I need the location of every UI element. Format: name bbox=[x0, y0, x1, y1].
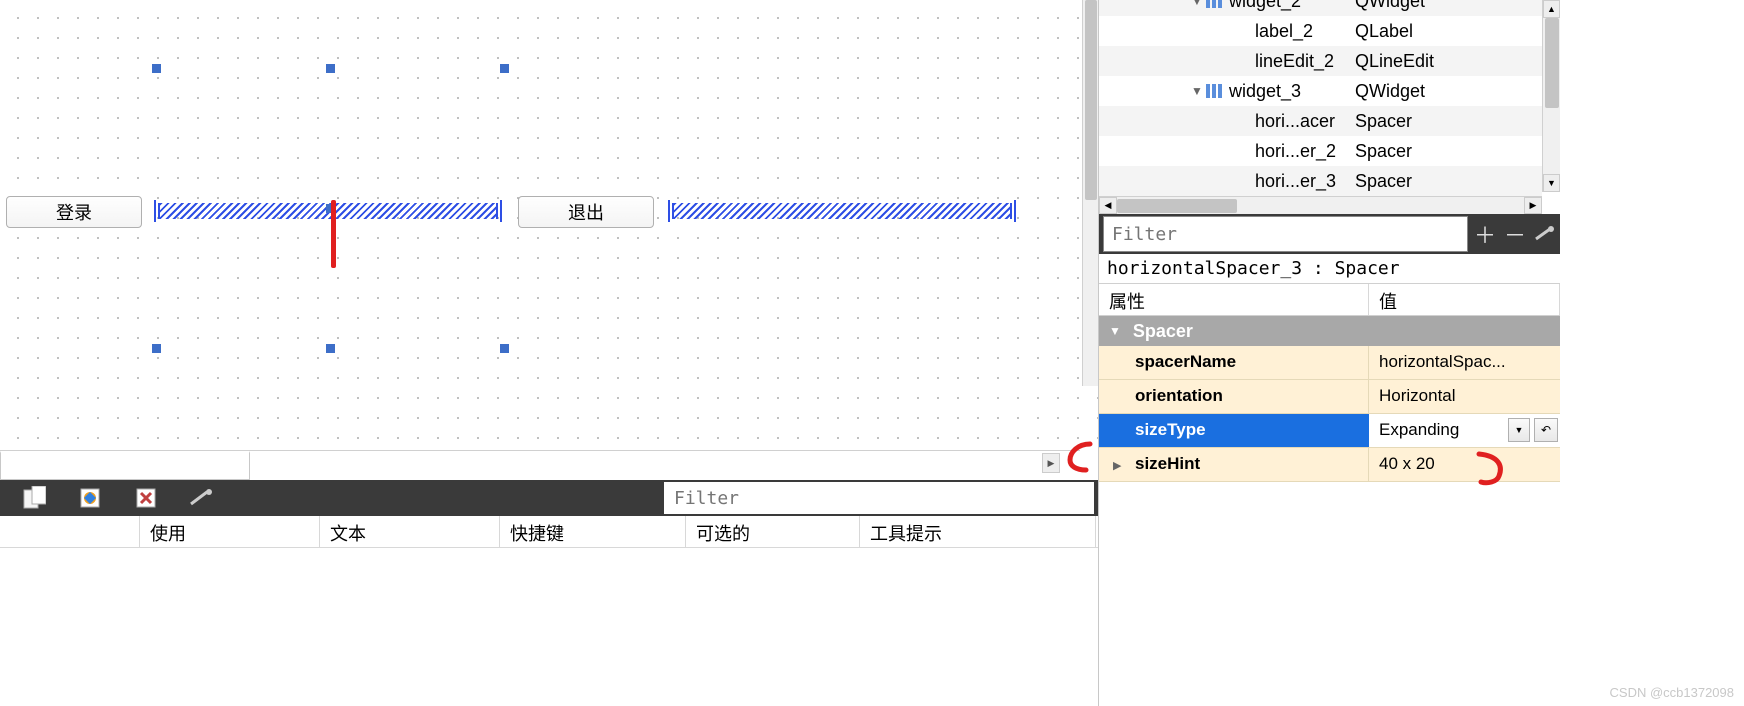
action-table-header: 使用 文本 快捷键 可选的 工具提示 bbox=[0, 516, 1098, 548]
tree-row[interactable]: ▼ widget_3 QWidget bbox=[1099, 76, 1542, 106]
property-value[interactable]: Expanding▼↶ bbox=[1369, 414, 1560, 447]
expand-arrow-icon[interactable]: ▼ bbox=[1189, 0, 1205, 8]
tree-item-class: Spacer bbox=[1355, 171, 1412, 192]
annotation-mark-2 bbox=[1056, 440, 1096, 480]
selection-handle[interactable] bbox=[500, 344, 509, 353]
property-col-value[interactable]: 值 bbox=[1369, 284, 1560, 315]
tree-row[interactable]: ▼ widget_2 QWidget bbox=[1099, 0, 1542, 16]
tree-item-class: QWidget bbox=[1355, 0, 1425, 12]
property-name: spacerName bbox=[1099, 346, 1369, 379]
tree-item-class: QLabel bbox=[1355, 21, 1413, 42]
property-filter-input[interactable] bbox=[1103, 216, 1468, 252]
property-columns-header: 属性 值 bbox=[1099, 284, 1560, 316]
tree-row[interactable]: hori...er_3 Spacer bbox=[1099, 166, 1542, 196]
tree-item-name: lineEdit_2 bbox=[1255, 51, 1334, 72]
property-row[interactable]: sizeTypeExpanding▼↶ bbox=[1099, 414, 1560, 448]
scroll-up-icon[interactable]: ▲ bbox=[1543, 0, 1560, 18]
action-editor-toolbar bbox=[0, 480, 1098, 516]
tab[interactable] bbox=[0, 451, 250, 480]
spacer-handle[interactable] bbox=[668, 200, 670, 222]
property-group-label: Spacer bbox=[1133, 321, 1193, 342]
exit-button-label: 退出 bbox=[568, 199, 604, 225]
exit-pushbutton[interactable]: 退出 bbox=[518, 196, 654, 228]
tree-scrollbar-v[interactable]: ▲ ▼ bbox=[1542, 0, 1560, 192]
spacer-handle[interactable] bbox=[154, 200, 156, 222]
property-filter-bar: ＋ － bbox=[1099, 214, 1560, 254]
annotation-mark-1 bbox=[331, 200, 336, 268]
bottom-tabs: ▶ bbox=[0, 450, 1080, 480]
horizontal-spacer[interactable] bbox=[672, 203, 1012, 219]
tree-row[interactable]: lineEdit_2 QLineEdit bbox=[1099, 46, 1542, 76]
tree-item-name: hori...er_2 bbox=[1255, 141, 1336, 162]
property-object-header: horizontalSpacer_3 : Spacer bbox=[1099, 254, 1560, 284]
action-col-checkable[interactable]: 可选的 bbox=[686, 516, 860, 547]
add-property-icon[interactable]: ＋ bbox=[1470, 219, 1500, 249]
property-value[interactable]: horizontalSpac... bbox=[1369, 346, 1560, 379]
dropdown-arrow-icon[interactable]: ▼ bbox=[1508, 418, 1530, 442]
annotation-mark-3 bbox=[1471, 450, 1515, 494]
collapse-arrow-icon: ▼ bbox=[1109, 324, 1121, 338]
spacer-handle[interactable] bbox=[500, 200, 502, 222]
delete-action-icon[interactable] bbox=[132, 484, 160, 512]
property-group-spacer[interactable]: ▼ Spacer bbox=[1099, 316, 1560, 346]
tree-row[interactable]: hori...acer Spacer bbox=[1099, 106, 1542, 136]
selection-handle[interactable] bbox=[326, 344, 335, 353]
tree-row[interactable]: hori...er_2 Spacer bbox=[1099, 136, 1542, 166]
spacer-handle[interactable] bbox=[1014, 200, 1016, 222]
selection-handle[interactable] bbox=[152, 344, 161, 353]
property-value[interactable]: Horizontal bbox=[1369, 380, 1560, 413]
selection-handle[interactable] bbox=[500, 64, 509, 73]
login-pushbutton[interactable]: 登录 bbox=[6, 196, 142, 228]
property-name: sizeHint bbox=[1099, 448, 1369, 481]
expand-arrow-icon[interactable]: ▼ bbox=[1189, 84, 1205, 98]
action-col-tooltip[interactable]: 工具提示 bbox=[860, 516, 1096, 547]
configure-property-icon[interactable] bbox=[1530, 219, 1560, 249]
action-col-name[interactable] bbox=[0, 516, 140, 547]
scrollbar-thumb[interactable] bbox=[1545, 18, 1559, 108]
property-col-name[interactable]: 属性 bbox=[1099, 284, 1369, 315]
tree-item-class: QLineEdit bbox=[1355, 51, 1434, 72]
scroll-down-icon[interactable]: ▼ bbox=[1543, 174, 1560, 192]
login-button-label: 登录 bbox=[56, 199, 92, 225]
scrollbar-thumb[interactable] bbox=[1117, 199, 1237, 213]
property-name: sizeType bbox=[1099, 414, 1369, 447]
container-icon bbox=[1205, 0, 1223, 10]
tree-item-name: hori...er_3 bbox=[1255, 171, 1336, 192]
property-row[interactable]: orientationHorizontal bbox=[1099, 380, 1560, 414]
edit-action-icon[interactable] bbox=[76, 484, 104, 512]
tree-item-name: label_2 bbox=[1255, 21, 1313, 42]
property-value[interactable]: 40 x 20 bbox=[1369, 448, 1560, 481]
reset-property-icon[interactable]: ↶ bbox=[1534, 418, 1558, 442]
container-icon bbox=[1205, 82, 1223, 100]
action-filter-input[interactable] bbox=[664, 482, 1094, 514]
tree-item-class: Spacer bbox=[1355, 141, 1412, 162]
remove-property-icon[interactable]: － bbox=[1500, 219, 1530, 249]
tree-item-class: Spacer bbox=[1355, 111, 1412, 132]
action-table-body[interactable] bbox=[0, 548, 1098, 706]
tree-item-name: hori...acer bbox=[1255, 111, 1335, 132]
object-inspector[interactable]: ▼ widget_2 QWidget label_2 QLabel lineEdit_2 Q… bbox=[1099, 0, 1560, 214]
form-canvas[interactable]: 登录 退出 bbox=[0, 0, 1098, 450]
new-action-icon[interactable] bbox=[20, 484, 48, 512]
scroll-right-icon[interactable]: ▶ bbox=[1524, 197, 1542, 214]
expand-arrow-icon[interactable]: ▶ bbox=[1113, 459, 1121, 472]
scroll-left-icon[interactable]: ◀ bbox=[1099, 197, 1117, 214]
tree-item-class: QWidget bbox=[1355, 81, 1425, 102]
scrollbar-thumb[interactable] bbox=[1085, 0, 1097, 200]
action-col-shortcut[interactable]: 快捷键 bbox=[500, 516, 686, 547]
action-col-text[interactable]: 文本 bbox=[320, 516, 500, 547]
configure-icon[interactable] bbox=[188, 484, 216, 512]
tree-scrollbar-h[interactable]: ◀ ▶ bbox=[1099, 196, 1542, 214]
property-row[interactable]: spacerNamehorizontalSpac... bbox=[1099, 346, 1560, 380]
action-col-used[interactable]: 使用 bbox=[140, 516, 320, 547]
tree-item-name: widget_2 bbox=[1229, 0, 1301, 12]
property-name: orientation bbox=[1099, 380, 1369, 413]
selection-handle[interactable] bbox=[326, 64, 335, 73]
tree-row[interactable]: label_2 QLabel bbox=[1099, 16, 1542, 46]
selection-handle[interactable] bbox=[152, 64, 161, 73]
watermark: CSDN @ccb1372098 bbox=[1610, 685, 1734, 700]
tree-item-name: widget_3 bbox=[1229, 81, 1301, 102]
canvas-scrollbar[interactable] bbox=[1082, 0, 1098, 386]
